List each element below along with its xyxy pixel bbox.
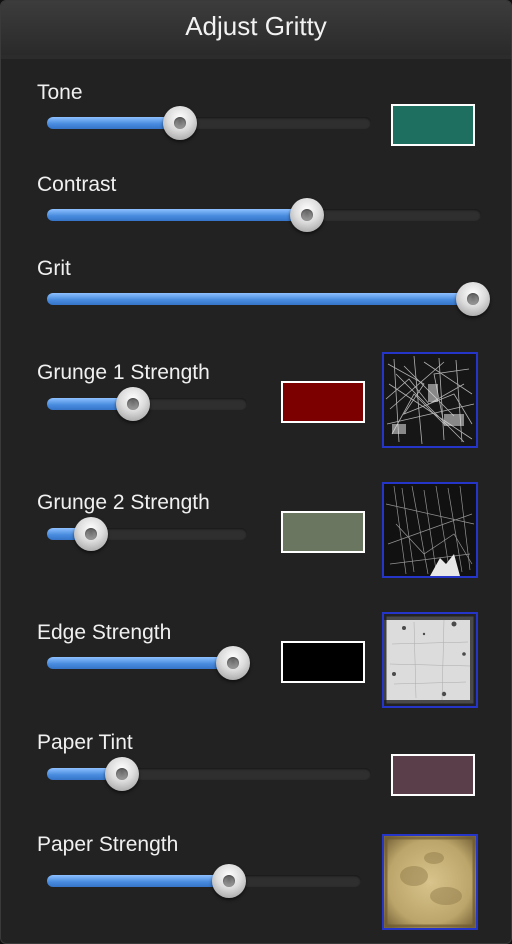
grunge2-label: Grunge 2 Strength: [37, 491, 210, 514]
slider-knob[interactable]: [456, 282, 490, 316]
paper-tint-color-swatch[interactable]: [391, 754, 475, 796]
slider-knob[interactable]: [116, 387, 150, 421]
white-edge-texture-icon: [384, 614, 476, 706]
edge-color-swatch[interactable]: [281, 641, 365, 683]
paper-texture-thumbnail[interactable]: [382, 834, 478, 930]
grunge2-slider[interactable]: [47, 517, 247, 551]
slider-knob[interactable]: [290, 198, 325, 232]
slider-fill: [47, 209, 308, 221]
tone-color-swatch[interactable]: [391, 104, 475, 146]
panel-title: Adjust Gritty: [185, 11, 327, 41]
adjust-gritty-panel: Adjust Gritty Tone Contrast Grit Grunge …: [0, 0, 512, 944]
grit-slider[interactable]: [47, 282, 490, 316]
title-divider: [1, 55, 511, 59]
slider-fill: [47, 875, 230, 887]
grunge1-texture-thumbnail[interactable]: [382, 352, 478, 448]
contrast-label: Contrast: [37, 173, 117, 196]
parchment-texture-icon: [384, 836, 476, 928]
dark-streak-texture-icon: [384, 484, 476, 576]
slider-knob[interactable]: [162, 106, 197, 140]
paper-strength-slider[interactable]: [47, 864, 361, 898]
grunge1-color-swatch[interactable]: [281, 381, 365, 423]
paper-strength-label: Paper Strength: [37, 833, 179, 856]
title-bar: Adjust Gritty: [1, 1, 511, 56]
paper-tint-slider[interactable]: [47, 757, 371, 791]
slider-fill: [47, 293, 473, 305]
edge-texture-thumbnail[interactable]: [382, 612, 478, 708]
slider-knob[interactable]: [212, 864, 247, 898]
grunge1-slider[interactable]: [47, 387, 247, 421]
slider-knob[interactable]: [216, 646, 250, 680]
slider-fill: [47, 117, 180, 129]
tone-slider[interactable]: [47, 106, 371, 140]
edge-label: Edge Strength: [37, 621, 172, 644]
slider-knob[interactable]: [104, 757, 139, 791]
grit-label: Grit: [37, 257, 71, 280]
edge-slider[interactable]: [47, 646, 250, 680]
dark-scratch-texture-icon: [384, 354, 476, 446]
paper-tint-label: Paper Tint: [37, 731, 133, 754]
slider-fill: [47, 657, 233, 669]
grunge2-color-swatch[interactable]: [281, 511, 365, 553]
slider-knob[interactable]: [74, 517, 108, 551]
tone-label: Tone: [37, 81, 83, 104]
contrast-slider[interactable]: [47, 198, 481, 232]
grunge1-label: Grunge 1 Strength: [37, 361, 210, 384]
grunge2-texture-thumbnail[interactable]: [382, 482, 478, 578]
